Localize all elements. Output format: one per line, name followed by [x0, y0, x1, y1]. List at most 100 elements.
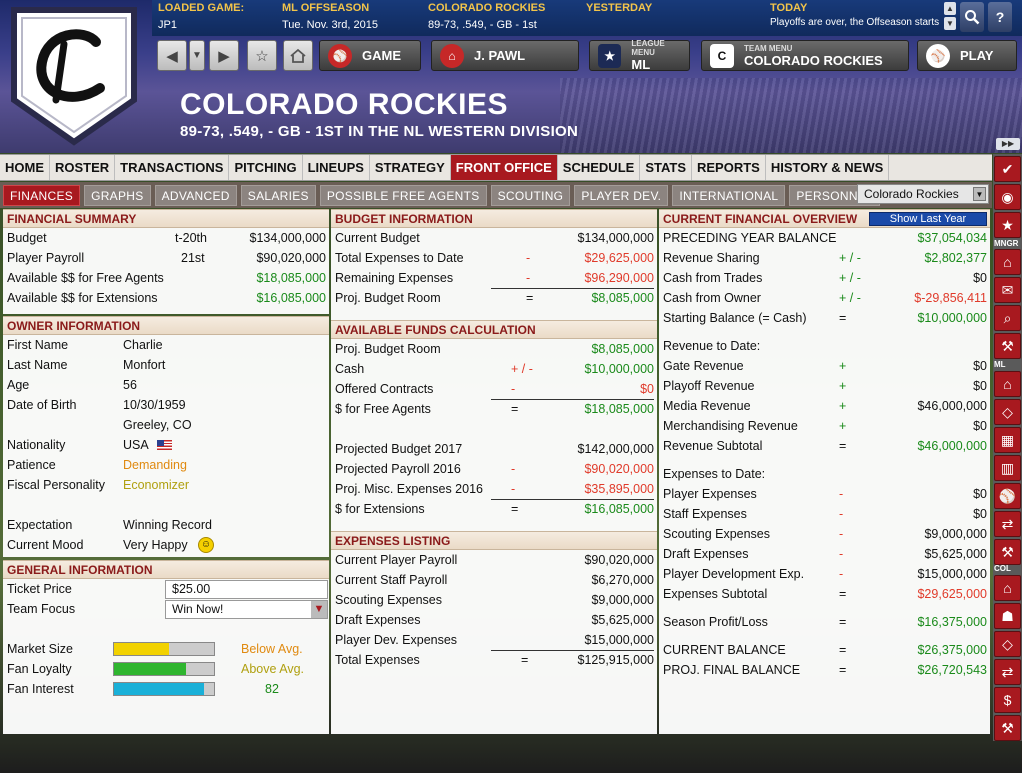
expense-row: Current Player Payroll $90,020,000: [331, 550, 657, 570]
overview-label: Expenses to Date:: [663, 467, 766, 481]
team-select[interactable]: Colorado Rockies ▼: [857, 184, 989, 204]
owner-expectation: Expectation Winning Record: [3, 515, 329, 535]
manager-home-sidebar-icon[interactable]: ⌂: [994, 249, 1021, 275]
scroll-down-icon[interactable]: ▼: [944, 17, 956, 30]
budget-value: $96,290,000: [584, 271, 654, 285]
overview-row: Player Development Exp. - $15,000,000: [659, 564, 990, 584]
today[interactable]: TODAY Playoffs are over, the Offseason s…: [770, 2, 940, 28]
team-menu-button[interactable]: C TEAM MENU COLORADO ROCKIES: [701, 40, 909, 71]
tab-salaries[interactable]: SALARIES: [240, 184, 316, 206]
budget-row: Total Expenses to Date - $29,625,000: [331, 248, 657, 268]
menu-history-news[interactable]: HISTORY & NEWS: [766, 155, 890, 180]
budget-rows: Current Budget $134,000,000 Total Expenses…: [331, 228, 657, 308]
menu-front-office[interactable]: FRONT OFFICE: [450, 155, 558, 180]
game-menu-button[interactable]: ⚾ GAME: [319, 40, 421, 71]
menu-stats[interactable]: STATS: [640, 155, 692, 180]
tab-advanced[interactable]: ADVANCED: [154, 184, 237, 206]
field-label: Nationality: [7, 438, 66, 452]
us-flag-icon: [157, 440, 172, 450]
menu-lineups[interactable]: LINEUPS: [303, 155, 370, 180]
tab-possible-free-agents[interactable]: POSSIBLE FREE AGENTS: [319, 184, 487, 206]
row-label: Available $$ for Extensions: [7, 291, 158, 305]
league-menu-button[interactable]: ★ LEAGUE MENU ML: [589, 39, 690, 72]
row-value: $16,085,000: [256, 291, 326, 305]
team-diamond-icon[interactable]: ◇: [994, 631, 1021, 657]
expand-arrows-icon[interactable]: ▶▶: [996, 138, 1020, 150]
overview-label: Scouting Expenses: [663, 527, 771, 541]
owner-last-name: Last Name Monfort: [3, 355, 329, 375]
menu-transactions[interactable]: TRANSACTIONS: [115, 155, 230, 180]
team-status[interactable]: COLORADO ROCKIES 89-73, .549, - GB - 1st: [428, 2, 545, 31]
forward-arrow-icon[interactable]: ▶: [209, 40, 239, 71]
menu-roster[interactable]: ROSTER: [50, 155, 116, 180]
expense-value: $15,000,000: [584, 633, 654, 647]
overview-value: $9,000,000: [924, 527, 987, 541]
team-focus-select[interactable]: Win Now! ▼: [165, 600, 328, 619]
page-subtitle: 89-73, .549, - GB - 1ST IN THE NL WESTER…: [180, 123, 579, 140]
menu-strategy[interactable]: STRATEGY: [370, 155, 451, 180]
ticket-price-input[interactable]: $25.00: [165, 580, 328, 599]
play-button[interactable]: ⚾ PLAY: [917, 40, 1017, 71]
checkmark-icon[interactable]: ✔: [994, 156, 1021, 182]
scroll-up-icon[interactable]: ▲: [944, 2, 956, 15]
summary-row-free-agents: Available $$ for Free Agents $18,085,000: [3, 268, 329, 288]
back-arrow-icon[interactable]: ◀: [157, 40, 187, 71]
budget-label: Current Budget: [335, 231, 420, 245]
team-home-icon[interactable]: ⌂: [994, 575, 1021, 601]
team-wrench-icon[interactable]: ⚒: [994, 715, 1021, 741]
expense-label: Current Staff Payroll: [335, 573, 448, 587]
tab-graphs[interactable]: GRAPHS: [84, 184, 151, 206]
menu-home[interactable]: HOME: [0, 155, 50, 180]
play-baseball-icon: ⚾: [926, 43, 950, 68]
diamond-icon[interactable]: ◇: [994, 399, 1021, 425]
player-icon[interactable]: ☗: [994, 603, 1021, 629]
menu-pitching[interactable]: PITCHING: [229, 155, 303, 180]
team-transactions-icon[interactable]: ⇄: [994, 659, 1021, 685]
bar-chart-icon[interactable]: ▥: [994, 455, 1021, 481]
mail-icon[interactable]: ✉: [994, 277, 1021, 303]
budget-operator: -: [526, 271, 531, 285]
tab-international[interactable]: INTERNATIONAL: [672, 184, 786, 206]
row-value: $134,000,000: [249, 231, 326, 245]
row-value: $90,020,000: [256, 251, 326, 265]
help-icon[interactable]: ?: [988, 2, 1012, 32]
show-last-year-button[interactable]: Show Last Year: [869, 212, 987, 226]
available-funds-rows: Proj. Budget Room $8,085,000 Cash + / - $10,…: [331, 339, 657, 519]
yesterday[interactable]: YESTERDAY: [586, 2, 652, 19]
available-funds-operator: + / -: [511, 362, 533, 376]
search-sidebar-icon[interactable]: ⌕: [994, 305, 1021, 331]
favorites-star-icon[interactable]: ★: [994, 212, 1021, 238]
season-status[interactable]: ML OFFSEASON Tue. Nov. 3rd, 2015: [282, 2, 378, 31]
play-label: PLAY: [960, 48, 994, 63]
home-icon[interactable]: [283, 40, 313, 71]
overview-label: Playoff Revenue: [663, 379, 755, 393]
menu-reports[interactable]: REPORTS: [692, 155, 766, 180]
tab-player-dev[interactable]: PLAYER DEV.: [574, 184, 669, 206]
expense-value: $125,915,000: [491, 650, 654, 669]
stadium-photo: [560, 78, 1022, 153]
dollar-icon[interactable]: $: [994, 687, 1021, 713]
transactions-arrows-icon[interactable]: ⇄: [994, 511, 1021, 537]
budget-row: Remaining Expenses - $96,290,000: [331, 268, 657, 288]
expense-row: Player Dev. Expenses $15,000,000: [331, 630, 657, 650]
tab-scouting[interactable]: SCOUTING: [490, 184, 571, 206]
expenses-rows: Current Player Payroll $90,020,000 Current…: [331, 550, 657, 670]
globe-icon[interactable]: ◉: [994, 184, 1021, 210]
row-rank: t-20th: [175, 231, 207, 245]
league-home-icon[interactable]: ⌂: [994, 371, 1021, 397]
tab-finances[interactable]: FINANCES: [3, 184, 81, 206]
league-wrench-icon[interactable]: ⚒: [994, 539, 1021, 565]
navigation-row: ◀ ▼ ▶ ☆ ⚾ GAME ⌂ J. PAWL ★ LEAGUE MENU M…: [155, 38, 1022, 74]
overview-label: Expenses Subtotal: [663, 587, 768, 601]
baseball-sidebar-icon[interactable]: ⚾: [994, 483, 1021, 509]
star-icon[interactable]: ☆: [247, 40, 277, 71]
manager-button[interactable]: ⌂ J. PAWL: [431, 40, 579, 71]
menu-schedule[interactable]: SCHEDULE: [558, 155, 641, 180]
calendar-icon[interactable]: ▦: [994, 427, 1021, 453]
available-funds-row: Projected Payroll 2016 - $90,020,000: [331, 459, 657, 479]
owner-fiscal: Fiscal Personality Economizer: [3, 475, 329, 495]
search-icon[interactable]: [960, 2, 984, 32]
history-dropdown-icon[interactable]: ▼: [189, 40, 205, 71]
wrench-icon[interactable]: ⚒: [994, 333, 1021, 359]
overview-row: Cash from Trades + / - $0: [659, 268, 990, 288]
